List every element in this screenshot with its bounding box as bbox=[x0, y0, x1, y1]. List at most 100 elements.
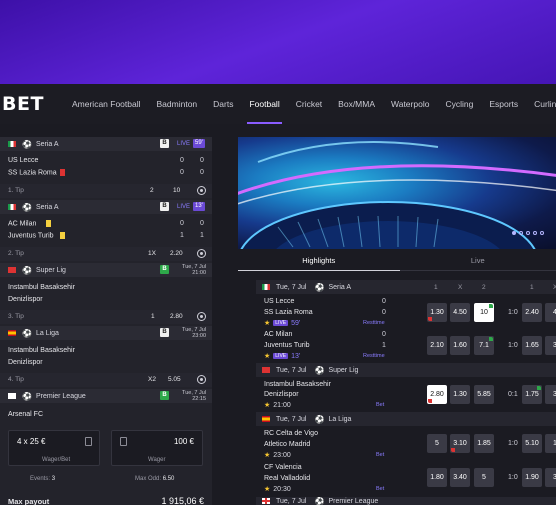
away-team: Denizlispor bbox=[264, 391, 299, 398]
odd-handicap-draw[interactable]: 3 bbox=[545, 468, 556, 487]
nav-curling[interactable]: Curling bbox=[526, 84, 556, 124]
away-score: 1 bbox=[180, 232, 184, 239]
remove-tip-icon[interactable] bbox=[197, 249, 206, 258]
odd-home[interactable]: 1.30 bbox=[427, 303, 447, 322]
odd-draw[interactable]: 1.60 bbox=[450, 336, 470, 355]
bet-league-header: ⚽ Premier League B Tue, 7 Jul 22:15 bbox=[0, 389, 212, 403]
odd-handicap-home[interactable]: 1.65 bbox=[522, 336, 542, 355]
odd-away[interactable]: 1.85 bbox=[474, 434, 494, 453]
star-icon[interactable]: ★ bbox=[264, 401, 270, 409]
calculator-icon[interactable] bbox=[85, 437, 92, 446]
odd-draw[interactable]: 3.40 bbox=[450, 468, 470, 487]
match-time: 20:30 bbox=[273, 485, 291, 493]
odd-away[interactable]: 5.85 bbox=[474, 385, 494, 404]
odd-handicap-home[interactable]: 5.10 bbox=[522, 434, 542, 453]
odd-home[interactable]: 2.10 bbox=[427, 336, 447, 355]
nav-cricket[interactable]: Cricket bbox=[288, 84, 330, 124]
football-icon: ⚽ bbox=[22, 202, 32, 212]
league-group-header: Tue, 7 Jul ⚽ La Liga bbox=[256, 412, 556, 426]
odd-draw[interactable]: 3.10 bbox=[450, 434, 470, 453]
promo-banner[interactable] bbox=[238, 137, 556, 249]
odd-handicap-draw[interactable]: 4 bbox=[545, 303, 556, 322]
remove-tip-icon[interactable] bbox=[197, 375, 206, 384]
odd-home[interactable]: 1.80 bbox=[427, 468, 447, 487]
football-icon: ⚽ bbox=[314, 414, 325, 424]
star-icon[interactable]: ★ bbox=[264, 352, 270, 360]
match-minute: 59' bbox=[291, 319, 301, 327]
star-icon[interactable]: ★ bbox=[264, 485, 270, 493]
odd-handicap-draw[interactable]: 3 bbox=[545, 336, 556, 355]
match-status: ★ 21:00 bbox=[264, 401, 291, 410]
odd-home[interactable]: 2.80 bbox=[427, 385, 447, 404]
home-team: Instambul Basaksehir bbox=[8, 284, 75, 291]
banner-pagination bbox=[512, 231, 544, 235]
tab-live[interactable]: Live bbox=[400, 251, 556, 270]
col-header-2: 2 bbox=[482, 284, 486, 291]
home-score: 0 bbox=[180, 220, 184, 227]
calculator-icon[interactable] bbox=[120, 437, 127, 446]
away-team: Denizlispor bbox=[8, 359, 43, 366]
tab-highlights[interactable]: Highlights bbox=[238, 251, 400, 271]
match-datetime: Tue, 7 Jul 21:00 bbox=[182, 264, 206, 276]
bet-link[interactable]: Bet bbox=[376, 402, 384, 408]
nav-football[interactable]: Football bbox=[241, 84, 287, 124]
home-team: Arsenal FC bbox=[8, 411, 44, 418]
red-card-icon bbox=[59, 169, 65, 176]
remove-tip-icon[interactable] bbox=[197, 186, 206, 195]
match-minute: 13' bbox=[193, 202, 205, 211]
handicap: 1:0 bbox=[508, 440, 518, 447]
bet-league-name: Super Lig bbox=[35, 266, 66, 274]
nav-darts[interactable]: Darts bbox=[205, 84, 241, 124]
resttime-link[interactable]: Resttime bbox=[363, 320, 385, 326]
odd-away[interactable]: 10 bbox=[474, 303, 494, 322]
sports-navbar: BET American Football Badminton Darts Fo… bbox=[0, 84, 556, 124]
brand-logo[interactable]: BET bbox=[2, 93, 44, 115]
football-icon: ⚽ bbox=[22, 391, 32, 401]
odd-handicap-draw[interactable]: 1 bbox=[545, 434, 556, 453]
football-icon: ⚽ bbox=[22, 139, 32, 149]
away-team: Juventus Turib bbox=[8, 232, 65, 239]
italy-flag-icon bbox=[262, 284, 270, 290]
away-team: SS Lazia Roma bbox=[264, 309, 313, 316]
bet-link[interactable]: Bet bbox=[376, 486, 384, 492]
carousel-dot[interactable] bbox=[533, 231, 537, 235]
star-icon[interactable]: ★ bbox=[264, 451, 270, 459]
football-icon: ⚽ bbox=[22, 328, 32, 338]
carousel-dot[interactable] bbox=[512, 231, 516, 235]
nav-badminton[interactable]: Badminton bbox=[149, 84, 206, 124]
remove-tip-icon[interactable] bbox=[197, 312, 206, 321]
odd-away[interactable]: 7.1 bbox=[474, 336, 494, 355]
nav-box-mma[interactable]: Box/MMA bbox=[330, 84, 383, 124]
odd-draw[interactable]: 1.30 bbox=[450, 385, 470, 404]
nav-american-football[interactable]: American Football bbox=[64, 84, 149, 124]
bet-link[interactable]: Bet bbox=[376, 452, 384, 458]
turkey-flag-icon bbox=[8, 267, 16, 273]
nav-cycling[interactable]: Cycling bbox=[437, 84, 481, 124]
max-payout-label: Max payout bbox=[8, 497, 50, 505]
football-icon: ⚽ bbox=[22, 265, 32, 275]
odd-draw[interactable]: 4.50 bbox=[450, 303, 470, 322]
main-content: Highlights Live Tue, 7 Jul ⚽ Seria A 1 X… bbox=[238, 137, 556, 505]
carousel-dot[interactable] bbox=[526, 231, 530, 235]
odd-handicap-home[interactable]: 1.90 bbox=[522, 468, 542, 487]
star-icon[interactable]: ★ bbox=[264, 319, 270, 327]
bet-league-name: Seria A bbox=[35, 140, 59, 148]
nav-esports[interactable]: Esports bbox=[481, 84, 526, 124]
nav-waterpolo[interactable]: Waterpolo bbox=[383, 84, 437, 124]
bet-league-header: ⚽ Seria A B LIVE 59' bbox=[0, 137, 212, 151]
away-score: 0 bbox=[382, 309, 386, 316]
odd-handicap-draw[interactable]: 3 bbox=[545, 385, 556, 404]
carousel-dot[interactable] bbox=[519, 231, 523, 235]
carousel-dot[interactable] bbox=[540, 231, 544, 235]
odd-away[interactable]: 5 bbox=[474, 468, 494, 487]
odd-handicap-home[interactable]: 2.40 bbox=[522, 303, 542, 322]
away-score: 1 bbox=[382, 342, 386, 349]
odd-handicap-home[interactable]: 1.75 bbox=[522, 385, 542, 404]
wager-per-bet-value: 4 x 25 € bbox=[17, 437, 46, 446]
bet-slip-item: ⚽ Seria A B LIVE 59' US Lecce SS Lazia R… bbox=[0, 137, 212, 201]
odd-home[interactable]: 5 bbox=[427, 434, 447, 453]
resttime-link[interactable]: Resttime bbox=[363, 353, 385, 359]
wager-total-value: 100 € bbox=[173, 437, 194, 446]
live-label: LIVE bbox=[177, 141, 191, 147]
home-score: 0 bbox=[180, 157, 184, 164]
